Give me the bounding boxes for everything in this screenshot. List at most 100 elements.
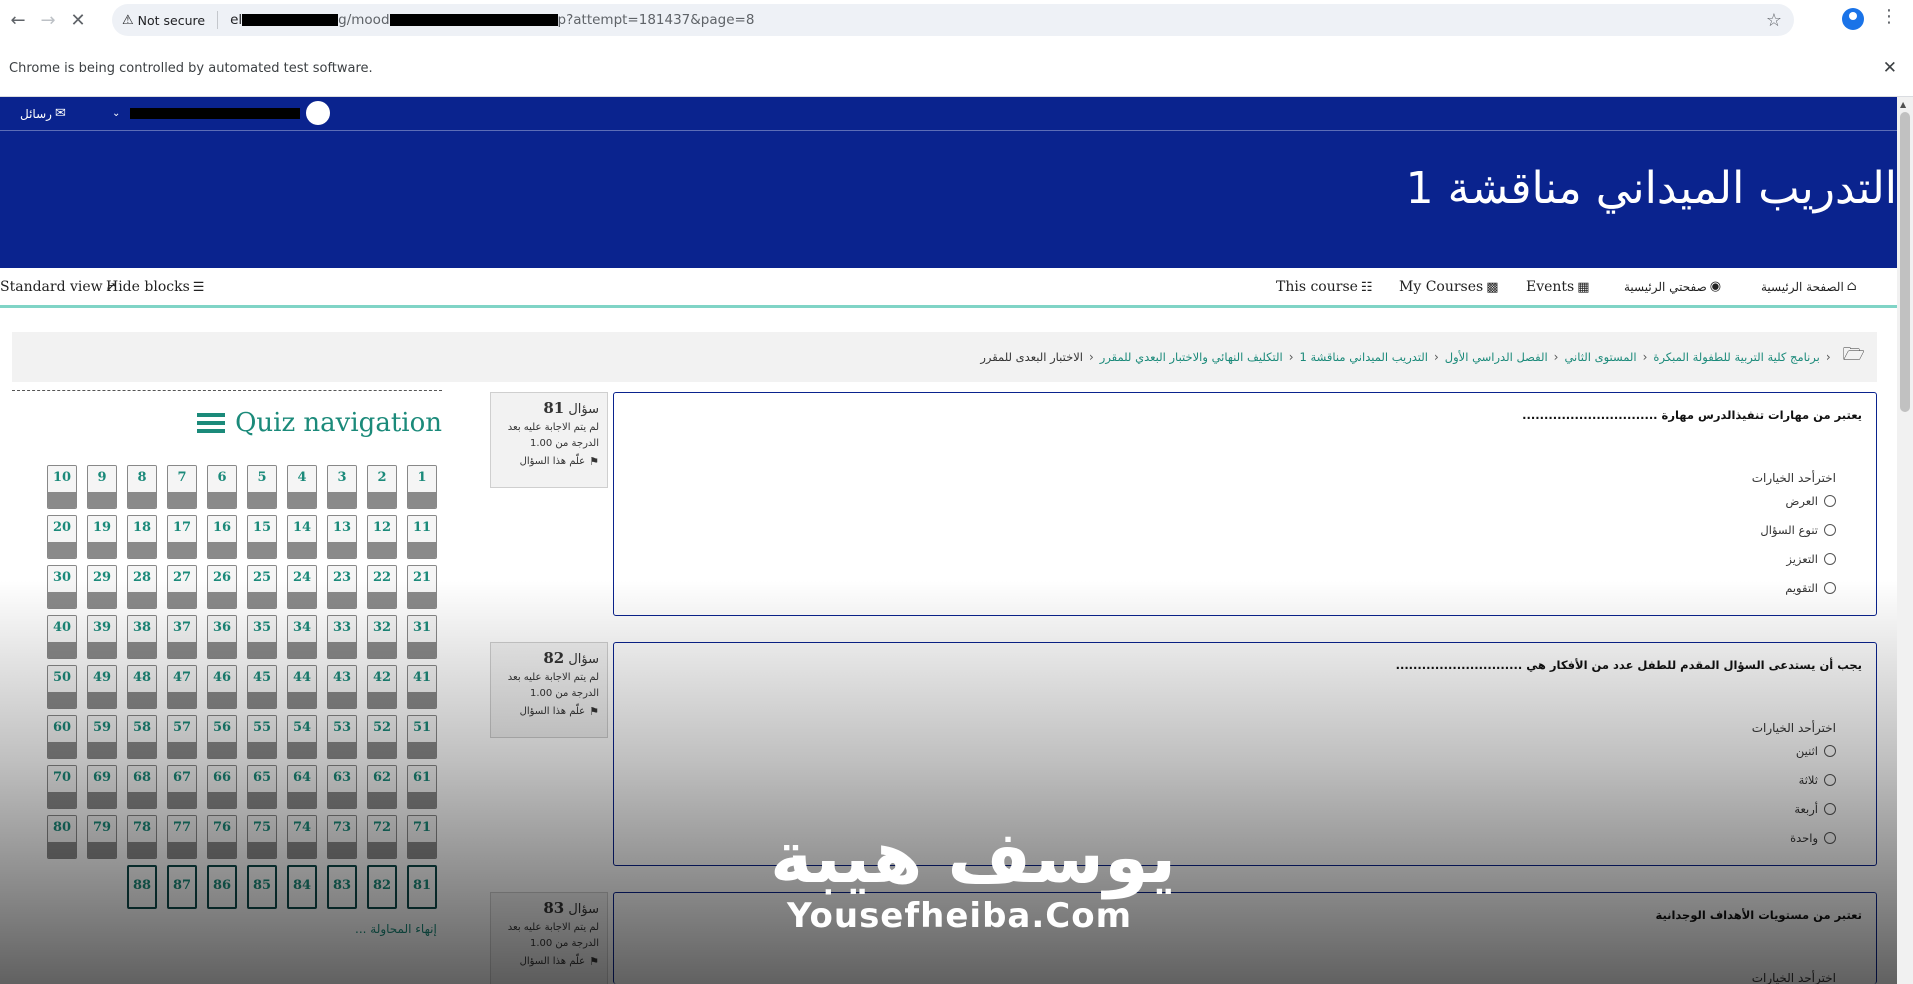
nav-dashboard[interactable]: صفحتي الرئيسية ◉: [1624, 279, 1724, 294]
quiz-nav-button[interactable]: 55: [247, 715, 277, 759]
close-icon[interactable]: ✕: [1883, 58, 1897, 78]
menu-kebab-icon[interactable]: ⋮: [1880, 6, 1898, 27]
quiz-nav-button[interactable]: 68: [127, 765, 157, 809]
flag-question-link[interactable]: ⚑ علّم هذا السؤال: [499, 705, 599, 718]
profile-avatar-icon[interactable]: [1842, 8, 1864, 30]
quiz-nav-button[interactable]: 48: [127, 665, 157, 709]
quiz-nav-button[interactable]: 79: [87, 815, 117, 859]
quiz-nav-button[interactable]: 35: [247, 615, 277, 659]
quiz-nav-button[interactable]: 61: [407, 765, 437, 809]
quiz-nav-button[interactable]: 44: [287, 665, 317, 709]
quiz-nav-button[interactable]: 78: [127, 815, 157, 859]
quiz-nav-button[interactable]: 70: [47, 765, 77, 809]
quiz-nav-button[interactable]: 39: [87, 615, 117, 659]
radio-button[interactable]: [1824, 553, 1836, 565]
quiz-nav-button[interactable]: 77: [167, 815, 197, 859]
quiz-nav-button[interactable]: 32: [367, 615, 397, 659]
quiz-nav-button[interactable]: 86: [207, 865, 237, 909]
quiz-nav-button[interactable]: 12: [367, 515, 397, 559]
finish-attempt-link[interactable]: إنهاء المحاولة ...: [355, 922, 437, 936]
quiz-nav-button[interactable]: 62: [367, 765, 397, 809]
quiz-nav-button[interactable]: 4: [287, 465, 317, 509]
quiz-nav-button[interactable]: 40: [47, 615, 77, 659]
answer-option[interactable]: أربعة: [1794, 802, 1836, 816]
quiz-nav-button[interactable]: 21: [407, 565, 437, 609]
nav-events[interactable]: Events ▦: [1526, 279, 1593, 295]
radio-button[interactable]: [1824, 495, 1836, 507]
messages-link[interactable]: ✉ رسائل: [20, 106, 66, 121]
breadcrumb-item[interactable]: التدريب الميداني مناقشة 1: [1300, 350, 1428, 364]
quiz-nav-button[interactable]: 2: [367, 465, 397, 509]
quiz-nav-button[interactable]: 57: [167, 715, 197, 759]
quiz-nav-button[interactable]: 18: [127, 515, 157, 559]
breadcrumb-item[interactable]: برنامج كلية التربية للطفولة المبكرة: [1653, 350, 1819, 364]
quiz-nav-button[interactable]: 11: [407, 515, 437, 559]
quiz-nav-button[interactable]: 81: [407, 865, 437, 909]
quiz-nav-button[interactable]: 67: [167, 765, 197, 809]
quiz-nav-button[interactable]: 31: [407, 615, 437, 659]
quiz-nav-button[interactable]: 16: [207, 515, 237, 559]
quiz-nav-button[interactable]: 59: [87, 715, 117, 759]
quiz-nav-button[interactable]: 15: [247, 515, 277, 559]
quiz-nav-button[interactable]: 52: [367, 715, 397, 759]
quiz-nav-button[interactable]: 83: [327, 865, 357, 909]
quiz-nav-button[interactable]: 3: [327, 465, 357, 509]
quiz-nav-button[interactable]: 58: [127, 715, 157, 759]
radio-button[interactable]: [1824, 582, 1836, 594]
quiz-nav-button[interactable]: 56: [207, 715, 237, 759]
quiz-nav-button[interactable]: 27: [167, 565, 197, 609]
quiz-nav-button[interactable]: 34: [287, 615, 317, 659]
quiz-nav-button[interactable]: 13: [327, 515, 357, 559]
standard-view-button[interactable]: Standard view ⤢: [0, 279, 120, 295]
radio-button[interactable]: [1824, 803, 1836, 815]
quiz-nav-button[interactable]: 14: [287, 515, 317, 559]
answer-option[interactable]: اثنين: [1796, 744, 1836, 758]
quiz-nav-button[interactable]: 71: [407, 815, 437, 859]
quiz-nav-button[interactable]: 46: [207, 665, 237, 709]
quiz-nav-button[interactable]: 43: [327, 665, 357, 709]
quiz-nav-button[interactable]: 45: [247, 665, 277, 709]
quiz-nav-button[interactable]: 69: [87, 765, 117, 809]
quiz-nav-button[interactable]: 8: [127, 465, 157, 509]
security-indicator[interactable]: ⚠ Not secure: [122, 13, 205, 28]
answer-option[interactable]: ثلاثة: [1799, 773, 1836, 787]
quiz-nav-button[interactable]: 22: [367, 565, 397, 609]
nav-this-course[interactable]: This course ☷: [1276, 279, 1376, 295]
quiz-nav-button[interactable]: 28: [127, 565, 157, 609]
quiz-nav-button[interactable]: 54: [287, 715, 317, 759]
quiz-nav-button[interactable]: 38: [127, 615, 157, 659]
hide-blocks-button[interactable]: Hide blocks ☰: [106, 279, 207, 295]
nav-home[interactable]: الصفحة الرئيسية ⌂: [1761, 279, 1860, 294]
quiz-nav-button[interactable]: 26: [207, 565, 237, 609]
quiz-nav-button[interactable]: 88: [127, 865, 157, 909]
breadcrumb-item[interactable]: الفصل الدراسي الأول: [1445, 350, 1548, 364]
quiz-nav-button[interactable]: 73: [327, 815, 357, 859]
quiz-nav-button[interactable]: 84: [287, 865, 317, 909]
quiz-nav-button[interactable]: 24: [287, 565, 317, 609]
quiz-nav-button[interactable]: 64: [287, 765, 317, 809]
quiz-nav-button[interactable]: 6: [207, 465, 237, 509]
answer-option[interactable]: تنوع السؤال: [1760, 523, 1836, 537]
quiz-nav-button[interactable]: 72: [367, 815, 397, 859]
radio-button[interactable]: [1824, 774, 1836, 786]
quiz-nav-button[interactable]: 7: [167, 465, 197, 509]
quiz-nav-button[interactable]: 36: [207, 615, 237, 659]
quiz-nav-button[interactable]: 51: [407, 715, 437, 759]
radio-button[interactable]: [1824, 832, 1836, 844]
quiz-nav-button[interactable]: 17: [167, 515, 197, 559]
quiz-nav-button[interactable]: 41: [407, 665, 437, 709]
quiz-nav-button[interactable]: 87: [167, 865, 197, 909]
quiz-nav-button[interactable]: 66: [207, 765, 237, 809]
quiz-nav-button[interactable]: 82: [367, 865, 397, 909]
radio-button[interactable]: [1824, 524, 1836, 536]
quiz-nav-button[interactable]: 85: [247, 865, 277, 909]
url-text[interactable]: el g/mood p?attempt=181437&page=8: [230, 12, 754, 28]
bookmark-star-icon[interactable]: ☆: [1766, 10, 1782, 31]
quiz-nav-button[interactable]: 23: [327, 565, 357, 609]
quiz-nav-button[interactable]: 74: [287, 815, 317, 859]
flag-question-link[interactable]: ⚑ علّم هذا السؤال: [499, 455, 599, 468]
quiz-nav-button[interactable]: 33: [327, 615, 357, 659]
quiz-nav-button[interactable]: 37: [167, 615, 197, 659]
user-menu[interactable]: ⌄: [112, 101, 331, 125]
quiz-nav-button[interactable]: 19: [87, 515, 117, 559]
